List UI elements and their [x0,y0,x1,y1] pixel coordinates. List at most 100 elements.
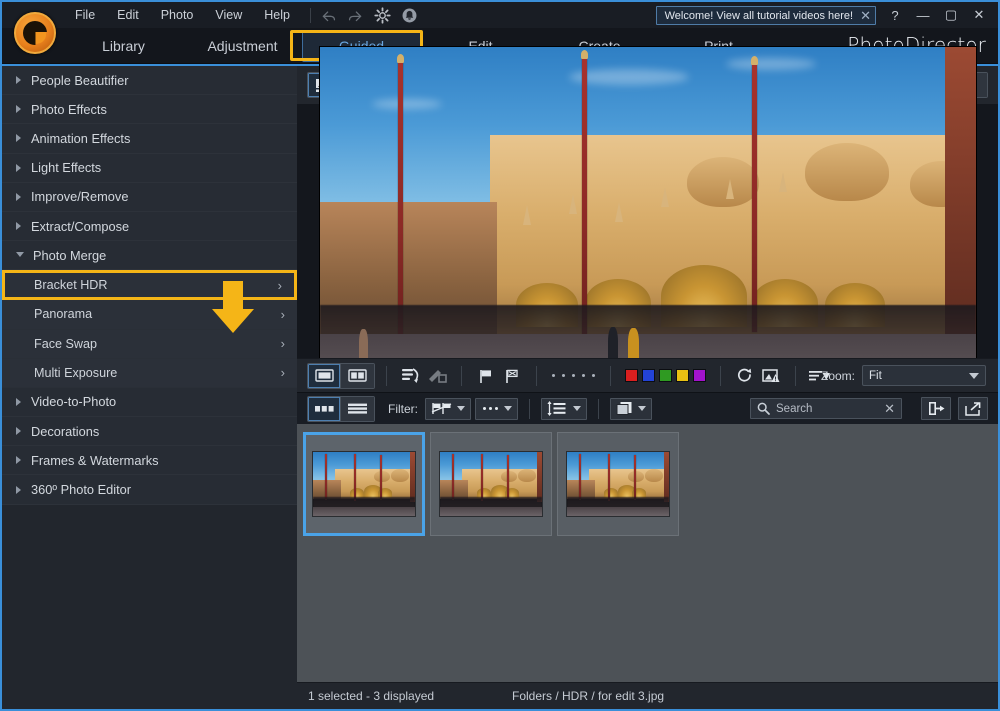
photo-preview-area[interactable] [297,104,998,358]
tutorial-tip-close-icon[interactable]: ✕ [860,9,871,22]
compare-mode-group [307,363,375,389]
tutorial-tip-banner[interactable]: Welcome! View all tutorial videos here! … [656,6,876,25]
flag-pick-button[interactable] [473,364,499,388]
sidebar-item-extract-compose[interactable]: Extract/Compose [2,212,297,241]
notification-bell-icon[interactable] [401,7,418,24]
sidebar-item-frames-watermarks[interactable]: Frames & Watermarks [2,446,297,475]
thumbnail-1[interactable] [303,432,425,536]
rating-filter-dropdown[interactable] [475,398,518,420]
open-external-button[interactable] [958,397,988,420]
flagpole-finial [581,50,588,59]
settings-gear-icon[interactable] [374,7,391,24]
toolbar-divider [386,366,387,386]
chevron-right-icon: › [281,365,285,380]
menu-item-help[interactable]: Help [253,5,301,25]
zoom-level-select[interactable]: Fit [862,365,986,386]
sidebar-item-animation-effects[interactable]: Animation Effects [2,124,297,153]
spire [779,172,787,192]
sidebar-item-label: Animation Effects [31,131,130,146]
color-label-blue[interactable] [642,369,655,382]
chevron-right-icon: › [278,278,282,293]
minimize-button[interactable]: — [910,4,936,26]
single-view-button[interactable] [308,364,341,388]
cyberlink-logo-icon [14,12,56,54]
image-warning-button[interactable] [758,364,784,388]
thumbnail-filmstrip[interactable] [297,424,998,682]
compare-view-button[interactable] [341,364,374,388]
app-logo[interactable] [6,4,64,62]
tab-adjustment[interactable]: Adjustment [183,31,302,61]
sidebar-item-people-beautifier[interactable]: People Beautifier [2,66,297,95]
expand-triangle-icon [16,456,21,464]
sidebar-item-panorama[interactable]: Panorama › [2,300,297,329]
sidebar-item-improve-remove[interactable]: Improve/Remove [2,183,297,212]
stack-mode-dropdown[interactable] [610,398,652,420]
undo-icon[interactable] [320,7,337,24]
rating-dot[interactable] [562,374,565,377]
help-button[interactable]: ? [882,4,908,26]
edit-pencil-button[interactable] [424,364,450,388]
zoom-label: Zoom: [821,369,855,383]
sidebar-item-multi-exposure[interactable]: Multi Exposure › [2,359,297,388]
chevron-down-icon [969,373,979,379]
sidebar-item-photo-merge[interactable]: Photo Merge [2,241,297,270]
toolbar-divider [720,366,721,386]
menu-quick-icons [320,7,418,24]
search-icon [757,402,770,415]
color-label-red[interactable] [625,369,638,382]
sidebar-item-label: 360º Photo Editor [31,482,131,497]
thumbnail-2[interactable] [430,432,552,536]
sidebar-item-label: Light Effects [31,160,101,175]
color-label-green[interactable] [659,369,672,382]
search-input[interactable]: Search ✕ [750,398,902,419]
star-rating-control[interactable] [548,374,599,377]
search-placeholder: Search [776,403,878,415]
rating-dot[interactable] [552,374,555,377]
flag-reject-button[interactable] [499,364,525,388]
sidebar-item-decorations[interactable]: Decorations [2,417,297,446]
rating-dot[interactable] [582,374,585,377]
thumbnail-3[interactable] [557,432,679,536]
color-label-yellow[interactable] [676,369,689,382]
rating-dot[interactable] [592,374,595,377]
filter-label: Filter: [388,402,418,416]
tab-library[interactable]: Library [64,31,183,61]
rating-dot[interactable] [572,374,575,377]
chevron-down-icon [457,406,465,411]
sort-order-icon [547,401,569,416]
toolbar-divider [536,366,537,386]
sidebar-item-bracket-hdr[interactable]: Bracket HDR › [2,270,297,300]
menu-item-edit[interactable]: Edit [106,5,150,25]
flag-filter-dropdown[interactable] [425,398,471,420]
open-external-icon [965,402,981,416]
maximize-button[interactable]: ▢ [938,4,964,26]
menu-item-file[interactable]: File [64,5,106,25]
sidebar-item-360-photo-editor[interactable]: 360º Photo Editor [2,475,297,504]
flagpole [582,58,587,334]
sort-order-dropdown[interactable] [541,398,587,420]
selection-status: 1 selected - 3 displayed [297,689,512,703]
thumbnail-view-button[interactable] [308,397,341,421]
metadata-button[interactable] [398,364,424,388]
toolbar-divider [461,366,462,386]
close-button[interactable]: ✕ [966,4,992,26]
sidebar-item-face-swap[interactable]: Face Swap › [2,330,297,359]
sidebar-item-video-to-photo[interactable]: Video-to-Photo [2,388,297,417]
list-view-button[interactable] [341,397,374,421]
sidebar-item-light-effects[interactable]: Light Effects [2,154,297,183]
search-clear-icon[interactable]: ✕ [884,401,895,417]
menu-item-photo[interactable]: Photo [150,5,205,25]
preview-panel: Zoom: Fit [297,64,998,709]
export-button[interactable] [921,397,951,420]
redo-icon[interactable] [347,7,364,24]
sidebar-item-label: Panorama [34,307,92,321]
sidebar-item-photo-effects[interactable]: Photo Effects [2,95,297,124]
color-label-purple[interactable] [693,369,706,382]
toolbar-divider [795,366,796,386]
sidebar-item-label: Photo Merge [33,248,106,263]
status-bar: 1 selected - 3 displayed Folders / HDR /… [297,682,998,709]
expand-triangle-icon [16,222,21,230]
menu-item-view[interactable]: View [204,5,253,25]
filter-bar-actions [914,397,988,420]
rotate-right-button[interactable] [732,364,758,388]
